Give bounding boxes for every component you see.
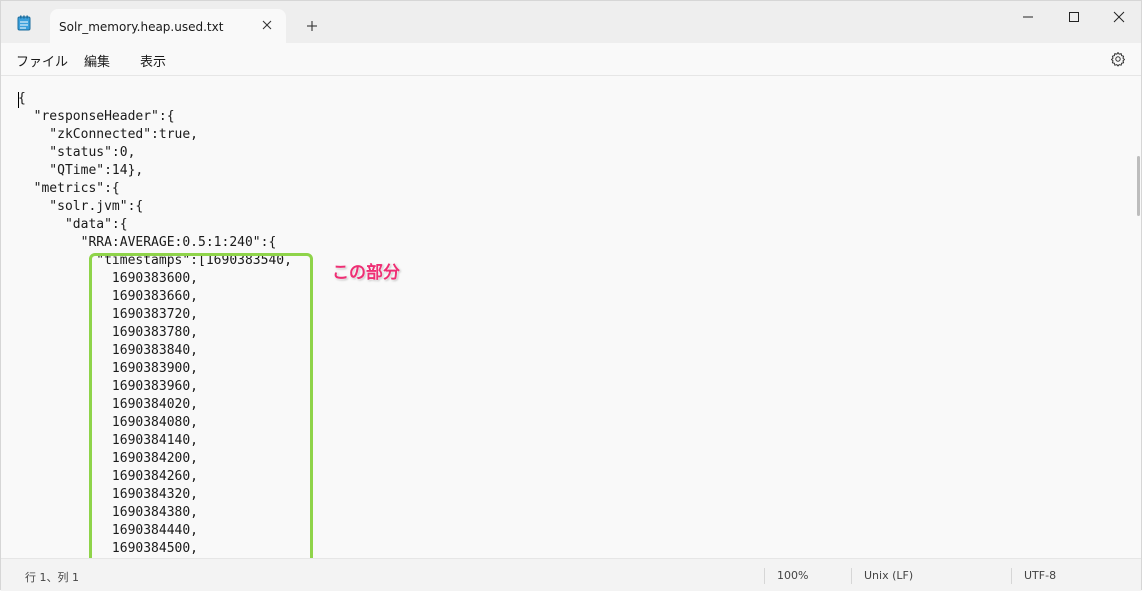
status-divider [764, 568, 765, 584]
document-tab[interactable]: Solr_memory.heap.used.txt [50, 9, 286, 43]
editor-line: "solr.jvm":{ [18, 199, 144, 214]
text-caret [18, 92, 19, 108]
annotation-highlight-box [89, 253, 313, 571]
status-divider [1011, 568, 1012, 584]
notepad-icon [17, 15, 31, 31]
vertical-scrollbar[interactable] [1137, 156, 1140, 216]
maximize-icon[interactable] [1051, 3, 1097, 31]
title-bar: Solr_memory.heap.used.txt [1, 1, 1141, 43]
new-tab-plus-icon[interactable] [303, 17, 321, 35]
gear-icon[interactable] [1109, 50, 1127, 68]
menu-view[interactable]: 表示 [140, 51, 166, 70]
editor-line: { [18, 91, 26, 106]
menu-file[interactable]: ファイル [16, 51, 68, 70]
notepad-window: Solr_memory.heap.used.txt ファイル 編集 表示 {"… [0, 0, 1142, 591]
menu-edit[interactable]: 編集 [84, 51, 110, 70]
editor-line: "data":{ [18, 217, 128, 232]
status-divider [851, 568, 852, 584]
zoom-level[interactable]: 100% [777, 569, 808, 582]
line-ending[interactable]: Unix (LF) [864, 569, 913, 582]
tab-title: Solr_memory.heap.used.txt [59, 20, 224, 34]
status-bar: 行 1、列 1 100% Unix (LF) UTF-8 [1, 558, 1141, 591]
editor-line: "responseHeader":{ [18, 109, 175, 124]
encoding[interactable]: UTF-8 [1024, 569, 1056, 582]
annotation-label: この部分 [332, 263, 400, 283]
editor-line: "zkConnected":true, [18, 127, 199, 142]
editor-line: "QTime":14}, [18, 163, 144, 178]
cursor-position: 行 1、列 1 [25, 571, 79, 584]
tab-close-icon[interactable] [258, 16, 276, 34]
window-close-icon[interactable] [1096, 3, 1142, 31]
editor-line: "status":0, [18, 145, 136, 160]
menu-bar: ファイル 編集 表示 [1, 43, 1141, 76]
editor-line: "RRA:AVERAGE:0.5:1:240":{ [18, 235, 277, 250]
editor-line: "metrics":{ [18, 181, 120, 196]
minimize-icon[interactable] [1005, 3, 1051, 31]
